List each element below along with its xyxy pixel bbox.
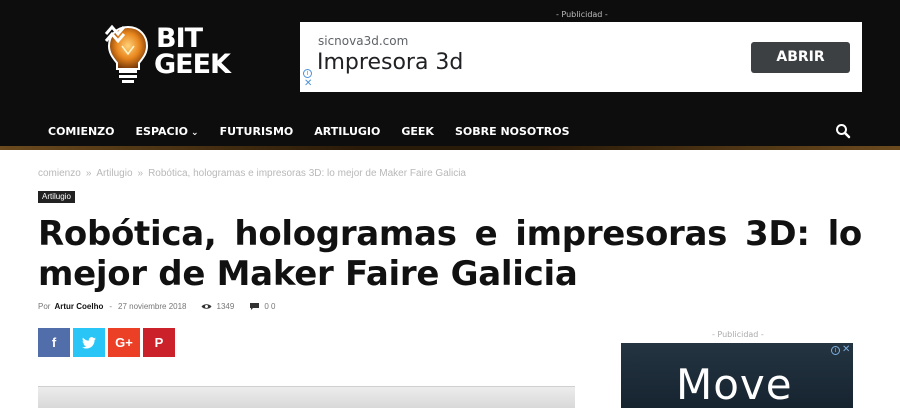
nav-item-sobre-nosotros[interactable]: SOBRE NOSOTROS [455,118,570,146]
views-count: 1349 [201,302,234,311]
logo-text-bottom: GEEK [154,49,231,80]
header-divider [0,146,900,150]
breadcrumb: comienzo » Artilugio » Robótica, hologramas … [38,168,466,179]
ad-info-icon[interactable]: i [303,69,312,78]
breadcrumb-home[interactable]: comienzo [38,168,81,179]
comments-count[interactable]: 0 0 [250,302,275,311]
logo-on-mark [104,24,126,44]
ad-close-icon[interactable]: ✕ [304,79,312,89]
nav-item-artilugio[interactable]: ARTILUGIO [314,118,380,146]
chevron-down-icon: ⌄ [191,128,199,138]
by-label: Por [38,302,51,311]
ad-domain: sicnova3d.com [318,34,409,48]
share-pinterest-button[interactable]: P [143,328,175,357]
top-banner-ad[interactable]: sicnova3d.com Impresora 3d ABRIR i ✕ [300,22,862,92]
site-logo[interactable]: BIT GEEK [104,24,234,88]
breadcrumb-separator: » [137,168,144,179]
publish-date: 27 noviembre 2018 [118,302,187,311]
share-googleplus-button[interactable]: G+ [108,328,140,357]
breadcrumb-separator: » [85,168,92,179]
ad-open-button[interactable]: ABRIR [751,42,850,73]
nav-item-geek[interactable]: GEEK [401,118,434,146]
article-meta: Por Artur Coelho - 27 noviembre 2018 134… [38,302,275,311]
top-ad-label: - Publicidad - [556,10,608,19]
comment-icon [250,303,260,310]
search-icon[interactable] [835,123,851,139]
side-ad-info-icon[interactable]: i [831,346,840,355]
side-ad-text: Move [676,360,793,408]
article-title: Robótica, hologramas e impresoras 3D: lo… [38,214,862,294]
nav-item-espacio[interactable]: ESPACIO ⌄ [136,118,199,146]
twitter-icon [82,337,96,349]
nav-item-comienzo[interactable]: COMIENZO [48,118,115,146]
share-facebook-button[interactable]: f [38,328,70,357]
share-twitter-button[interactable] [73,328,105,357]
eye-icon [201,304,212,309]
side-ad-close-icon[interactable]: ✕ [842,345,850,355]
breadcrumb-category[interactable]: Artilugio [96,168,132,179]
meta-dash: - [109,302,113,311]
sidebar-ad[interactable]: Move i ✕ [621,343,853,408]
category-badge[interactable]: Artilugio [38,191,75,203]
author-link[interactable]: Artur Coelho [54,302,103,311]
main-nav: COMIENZO ESPACIO ⌄ FUTURISMO ARTILUGIO GE… [38,118,591,146]
ad-headline[interactable]: Impresora 3d [317,50,463,75]
article-featured-image [38,386,575,408]
side-ad-label: - Publicidad - [712,330,764,339]
nav-item-futurismo[interactable]: FUTURISMO [220,118,294,146]
site-header: - Publicidad - BIT GEEK sicnova3d.com Im… [0,0,900,150]
breadcrumb-current: Robótica, hologramas e impresoras 3D: lo… [148,168,466,179]
